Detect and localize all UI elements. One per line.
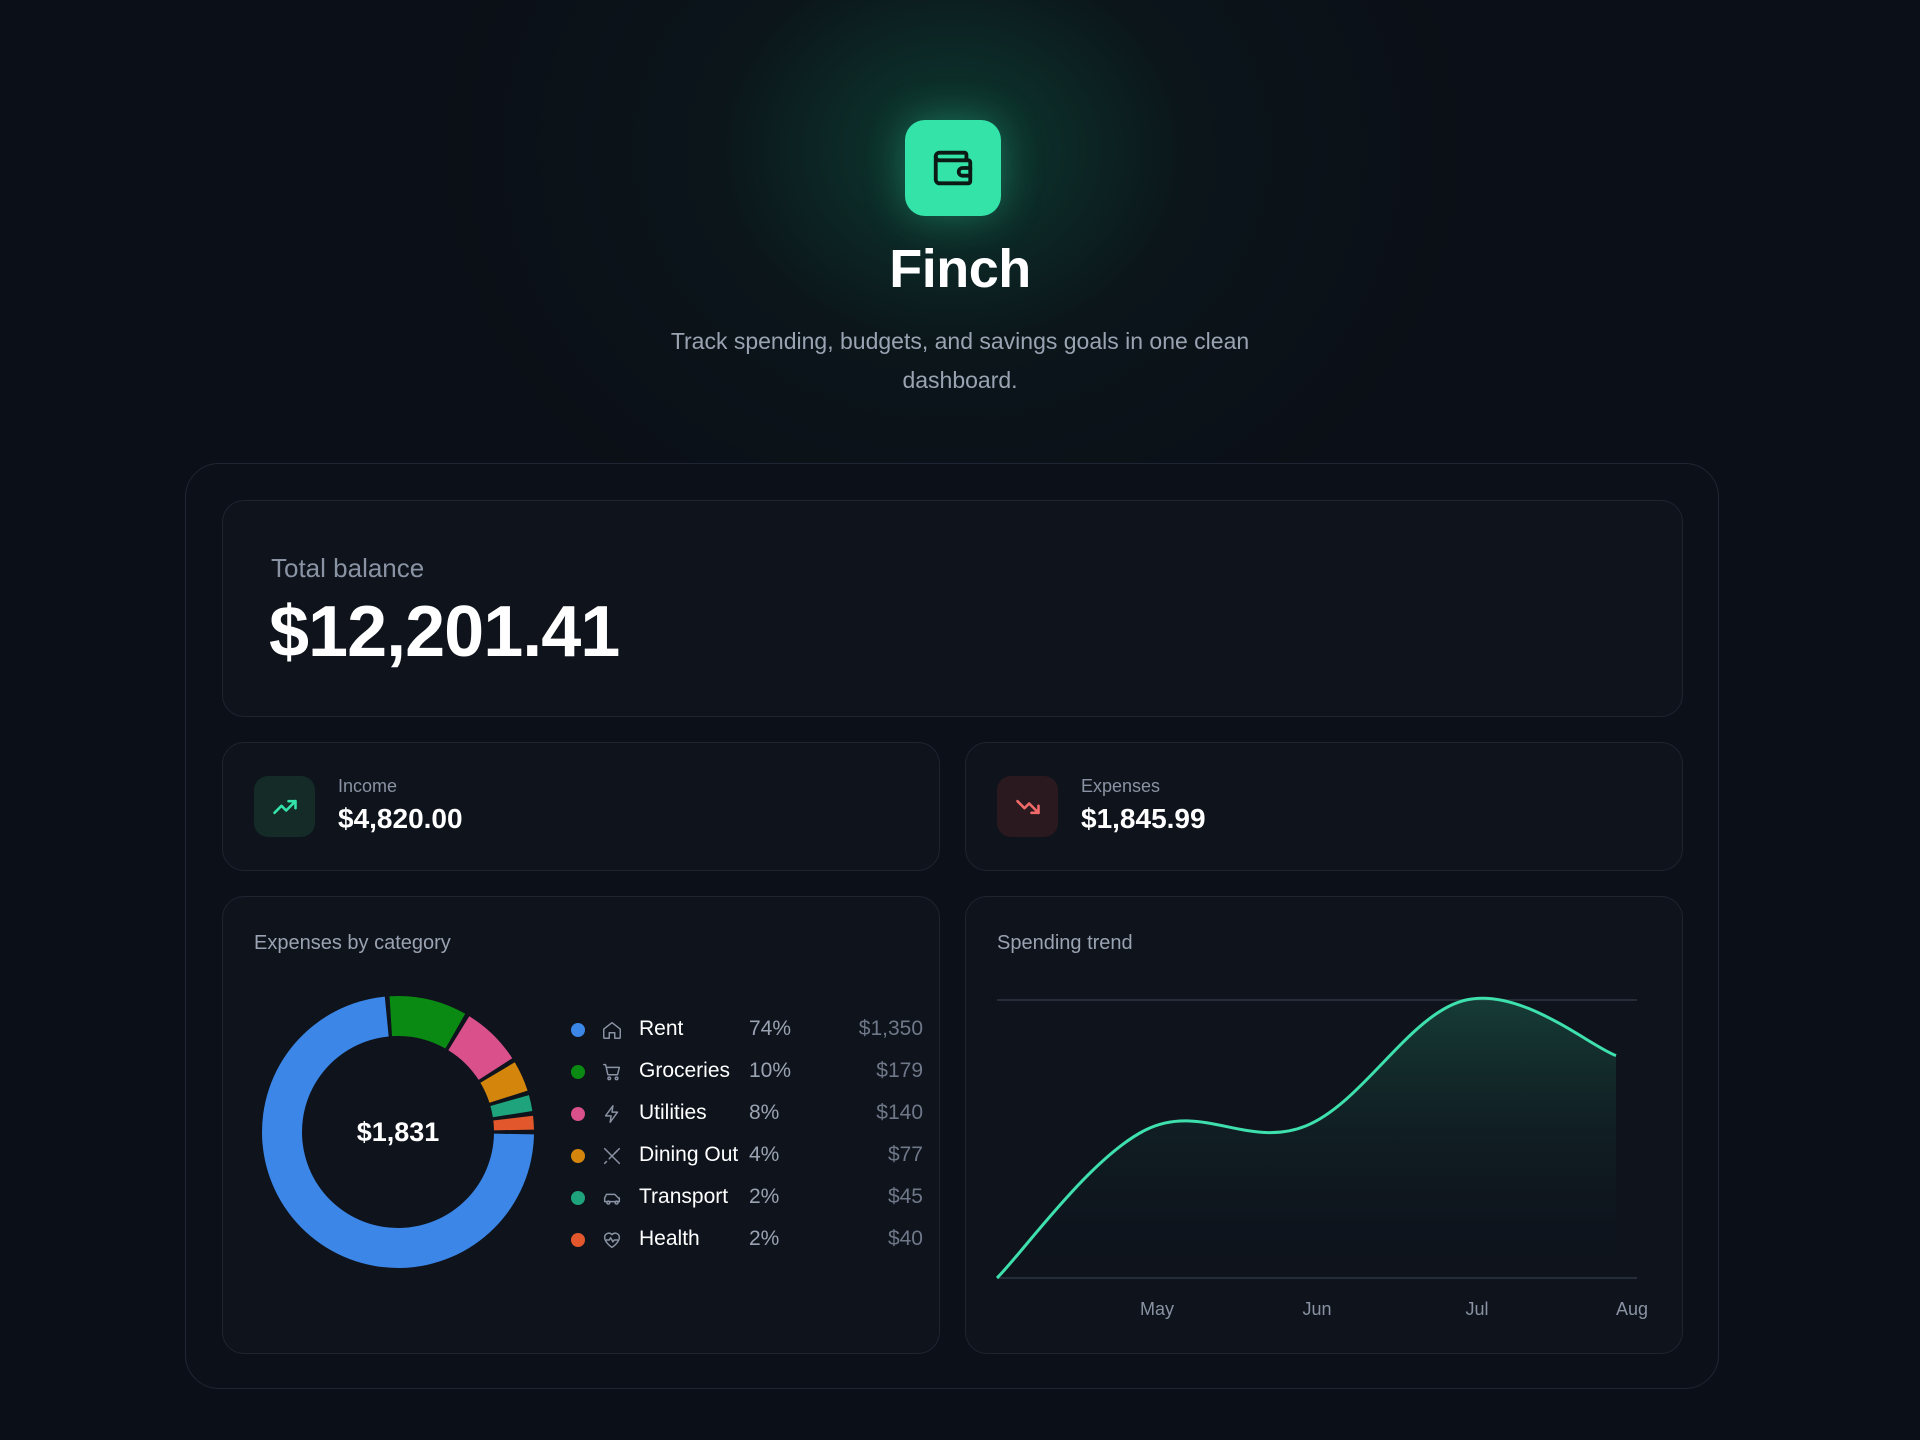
expenses-card: Expenses $1,845.99 — [965, 742, 1683, 871]
legend-amount: $140 — [876, 1101, 923, 1124]
legend-name: Rent — [639, 1017, 684, 1040]
app-tagline: Track spending, budgets, and savings goa… — [670, 328, 1250, 393]
app-logo — [905, 120, 1001, 216]
x-tick-label: Jul — [1465, 1299, 1489, 1319]
spending-trend-chart — [995, 996, 1637, 1280]
spending-trend-panel: Spending trend May Jun Jul Aug — [965, 896, 1683, 1354]
legend-item: Groceries 10% $179 — [571, 1053, 923, 1095]
legend-item: Health 2% $40 — [571, 1221, 923, 1263]
utensils-icon — [603, 1147, 621, 1165]
car-icon — [603, 1193, 621, 1205]
legend-item: Rent 74% $1,350 — [571, 1011, 923, 1053]
balance-value: $12,201.41 — [269, 592, 620, 672]
legend-percent: 2% — [749, 1227, 780, 1250]
trend-area-fill — [997, 998, 1616, 1278]
legend-percent: 4% — [749, 1143, 780, 1166]
legend-amount: $1,350 — [858, 1017, 923, 1040]
legend-amount: $179 — [876, 1059, 923, 1082]
heart-pulse-icon — [603, 1232, 621, 1249]
legend-name: Dining Out — [639, 1143, 739, 1166]
legend-item: Transport 2% $45 — [571, 1179, 923, 1221]
legend-dot-transport — [571, 1191, 585, 1205]
expenses-value: $1,845.99 — [1081, 803, 1206, 834]
legend-name: Health — [639, 1227, 700, 1250]
expenses-label: Expenses — [1081, 776, 1161, 796]
category-legend: Rent 74% $1,350 Groceries 10% $179 Utilities 8%… — [571, 1011, 923, 1263]
legend-amount: $45 — [887, 1185, 923, 1208]
legend-name: Groceries — [639, 1059, 731, 1082]
legend-percent: 2% — [749, 1185, 780, 1208]
legend-dot-health — [571, 1233, 585, 1247]
legend-item: Dining Out 4% $77 — [571, 1137, 923, 1179]
category-panel-title: Expenses by category — [254, 932, 451, 954]
legend-amount: $77 — [887, 1143, 923, 1166]
cart-icon — [603, 1063, 621, 1081]
trending-up-icon — [272, 799, 297, 814]
legend-amount: $40 — [887, 1227, 923, 1250]
legend-dot-dining-out — [571, 1149, 585, 1163]
x-tick-label: Jun — [1302, 1299, 1332, 1319]
legend-item: Utilities 8% $140 — [571, 1095, 923, 1137]
expenses-by-category-panel: Expenses by category $1,831 Rent 74% $1,35… — [222, 896, 940, 1354]
bolt-icon — [604, 1105, 619, 1123]
total-balance-card: Total balance $12,201.41 — [222, 500, 1683, 717]
legend-percent: 74% — [749, 1017, 792, 1040]
income-label: Income — [338, 776, 398, 796]
legend-name: Transport — [639, 1185, 729, 1208]
x-tick-label: May — [1139, 1299, 1174, 1319]
legend-dot-groceries — [571, 1065, 585, 1079]
expenses-icon-box — [997, 776, 1058, 837]
x-tick-label: Aug — [1615, 1299, 1649, 1319]
balance-label: Total balance — [271, 553, 425, 583]
income-value: $4,820.00 — [338, 803, 463, 834]
income-card: Income $4,820.00 — [222, 742, 940, 871]
legend-dot-utilities — [571, 1107, 585, 1121]
wallet-icon — [933, 150, 973, 186]
income-icon-box — [254, 776, 315, 837]
legend-percent: 8% — [749, 1101, 780, 1124]
legend-name: Utilities — [639, 1101, 707, 1124]
legend-percent: 10% — [749, 1059, 792, 1082]
donut-total: $1,831 — [356, 1116, 440, 1147]
legend-dot-rent — [571, 1023, 585, 1037]
home-icon — [603, 1021, 621, 1039]
trending-down-icon — [1015, 799, 1040, 814]
app-title: Finch — [889, 239, 1031, 299]
